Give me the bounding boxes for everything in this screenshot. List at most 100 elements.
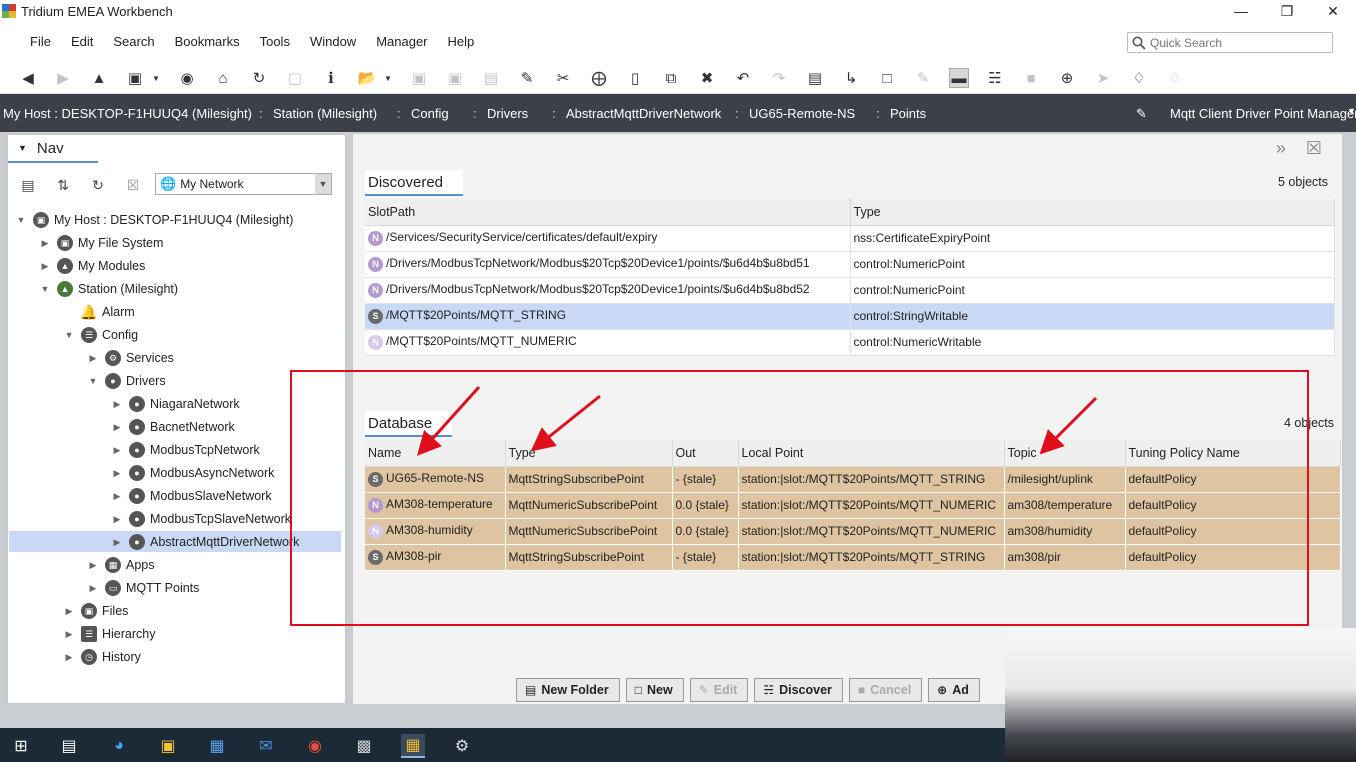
- tree-node-modbus-slave-network[interactable]: ▶ ● ModbusSlaveNetwork: [111, 485, 272, 507]
- table-row[interactable]: N AM308-humidity MqttNumericSubscribePoin…: [365, 518, 1341, 545]
- tree-node-alarm[interactable]: 🔔 Alarm: [63, 301, 134, 323]
- expand-icon[interactable]: ▶: [87, 583, 99, 594]
- tree-node-modbus-tcp-network[interactable]: ▶ ● ModbusTcpNetwork: [111, 439, 260, 461]
- expand-icon[interactable]: ▼: [39, 284, 51, 294]
- menu-manager[interactable]: Manager: [376, 34, 427, 49]
- menu-file[interactable]: File: [30, 34, 51, 49]
- tree-node-services[interactable]: ▶ ⚙ Services: [87, 347, 174, 369]
- expand-icon[interactable]: ▶: [111, 422, 123, 433]
- minimize-button[interactable]: —: [1218, 0, 1264, 22]
- expand-icon[interactable]: ▼: [63, 330, 75, 340]
- nav-tab[interactable]: ▼ Nav: [8, 135, 98, 163]
- discover-button[interactable]: ☵ Discover: [754, 678, 843, 702]
- tags-disabled-icon[interactable]: ♢: [1165, 68, 1185, 88]
- column-header-type[interactable]: Type: [505, 440, 673, 467]
- menu-window[interactable]: Window: [310, 34, 356, 49]
- store-icon[interactable]: ▦: [205, 734, 229, 758]
- collapse-icon[interactable]: ▼: [18, 143, 27, 153]
- duplicate-icon[interactable]: ⨁: [589, 68, 609, 88]
- camera-icon[interactable]: ◉: [177, 68, 197, 88]
- refresh-tree-icon[interactable]: ↻: [88, 175, 108, 195]
- task-view-icon[interactable]: ▤: [57, 734, 81, 758]
- redo-icon[interactable]: ↷: [769, 68, 789, 88]
- cut-icon[interactable]: ✂: [553, 68, 573, 88]
- refresh-icon[interactable]: ↻: [249, 68, 269, 88]
- tree-node-history[interactable]: ▶ ◷ History: [63, 646, 141, 668]
- mail-icon[interactable]: ✉: [254, 734, 278, 758]
- breadcrumb-config[interactable]: Config: [411, 106, 449, 121]
- tree-node-config[interactable]: ▼ ☰ Config: [63, 324, 138, 346]
- paste-icon[interactable]: ▯: [625, 68, 645, 88]
- column-header-out[interactable]: Out: [672, 440, 739, 467]
- column-header-type[interactable]: Type: [850, 199, 1335, 226]
- breadcrumb-network[interactable]: AbstractMqttDriverNetwork: [566, 106, 721, 121]
- settings-gear-icon[interactable]: ⚙: [450, 734, 474, 758]
- pencil-disabled-icon[interactable]: ✎: [913, 68, 933, 88]
- close-tree-icon[interactable]: ☒: [123, 175, 143, 195]
- menu-edit[interactable]: Edit: [71, 34, 93, 49]
- new-button[interactable]: □ New: [625, 678, 684, 702]
- column-header-local-point[interactable]: Local Point: [738, 440, 1005, 467]
- breadcrumb-drivers[interactable]: Drivers: [487, 106, 528, 121]
- expand-icon[interactable]: ▶: [111, 514, 123, 525]
- tree-node-hierarchy[interactable]: ▶ ☰ Hierarchy: [63, 623, 156, 645]
- window-view-icon[interactable]: ▬: [949, 68, 969, 88]
- view-selector[interactable]: Mqtt Client Driver Point Manager: [1170, 106, 1356, 121]
- column-header-name[interactable]: Name: [365, 440, 506, 467]
- expand-icon[interactable]: ▼: [87, 376, 99, 386]
- view-dropdown-icon[interactable]: ▼: [1347, 106, 1356, 116]
- pencil-icon[interactable]: ✎: [1136, 106, 1147, 122]
- tree-node-files[interactable]: ▶ ▣ Files: [63, 600, 128, 622]
- table-row[interactable]: S AM308-pir MqttStringSubscribePoint - {s…: [365, 544, 1341, 571]
- tree-node-bacnet-network[interactable]: ▶ ● BacnetNetwork: [111, 416, 235, 438]
- new-tree-icon[interactable]: ▤: [18, 175, 38, 195]
- expand-icon[interactable]: ▶: [111, 491, 123, 502]
- back-icon[interactable]: ◀: [18, 68, 38, 88]
- quick-search[interactable]: [1127, 32, 1333, 53]
- table-row[interactable]: N/Services/SecurityService/certificates/…: [365, 225, 1335, 252]
- table-row[interactable]: N/MQTT$20Points/MQTT_NUMERIC control:Num…: [365, 329, 1335, 356]
- link-icon[interactable]: ↳: [841, 68, 861, 88]
- column-header-tuning-policy[interactable]: Tuning Policy Name: [1125, 440, 1341, 467]
- binoculars-icon[interactable]: ☵: [985, 68, 1005, 88]
- open-dropdown-icon[interactable]: ▼: [378, 68, 398, 88]
- menu-bookmarks[interactable]: Bookmarks: [175, 34, 240, 49]
- menu-tools[interactable]: Tools: [260, 34, 290, 49]
- new-folder-button[interactable]: ▤ New Folder: [516, 678, 620, 702]
- expand-icon[interactable]: ▶: [39, 261, 51, 272]
- up-level-icon[interactable]: ▲: [89, 68, 109, 88]
- tree-node-modbus-tcp-slave-network[interactable]: ▶ ● ModbusTcpSlaveNetwork: [111, 508, 291, 530]
- document-edit-icon[interactable]: ✎: [517, 68, 537, 88]
- table-row[interactable]: N AM308-temperature MqttNumericSubscribeP…: [365, 492, 1341, 519]
- undo-icon[interactable]: ↶: [733, 68, 753, 88]
- network-select[interactable]: 🌐 My Network ▼: [155, 173, 332, 195]
- side-bars-dropdown-icon[interactable]: ▼: [146, 68, 166, 88]
- new-document-icon[interactable]: □: [877, 68, 897, 88]
- breadcrumb-host[interactable]: My Host : DESKTOP-F1HUUQ4 (Milesight): [3, 106, 252, 121]
- tree-node-abstract-mqtt-driver-network[interactable]: ▶ ● AbstractMqttDriverNetwork: [111, 531, 299, 553]
- file-explorer-icon[interactable]: ▣: [156, 734, 180, 758]
- expand-icon[interactable]: ▶: [87, 560, 99, 571]
- expand-icon[interactable]: ▶: [63, 652, 75, 663]
- photos-icon[interactable]: ▩: [352, 734, 376, 758]
- edge-icon[interactable]: ◕: [107, 734, 131, 758]
- column-header-slotpath[interactable]: SlotPath: [365, 199, 851, 226]
- breadcrumb-points[interactable]: Points: [890, 106, 926, 121]
- forward-icon[interactable]: ▶: [53, 68, 73, 88]
- chevron-down-icon[interactable]: ▼: [315, 174, 331, 194]
- tag-icon[interactable]: ♢: [1129, 68, 1149, 88]
- expand-icon[interactable]: ▶: [87, 353, 99, 364]
- export-icon[interactable]: ▤: [481, 68, 501, 88]
- open-folder-icon[interactable]: 📂: [357, 68, 377, 88]
- tree-node-host[interactable]: ▼ ▣ My Host : DESKTOP-F1HUUQ4 (Milesight…: [15, 209, 293, 231]
- edit-button[interactable]: ✎ Edit: [689, 678, 749, 702]
- save-icon[interactable]: ▣: [409, 68, 429, 88]
- close-panel-icon[interactable]: ☒: [1306, 138, 1322, 159]
- expand-icon[interactable]: ▶: [39, 238, 51, 249]
- tree-node-station[interactable]: ▼ ▲ Station (Milesight): [39, 278, 178, 300]
- add-circle-icon[interactable]: ⊕: [1057, 68, 1077, 88]
- side-bars-icon[interactable]: ▣: [125, 68, 145, 88]
- cancel-button[interactable]: ■ Cancel: [848, 678, 923, 702]
- delete-icon[interactable]: ✖: [697, 68, 717, 88]
- paste-special-icon[interactable]: ⧉: [661, 68, 681, 88]
